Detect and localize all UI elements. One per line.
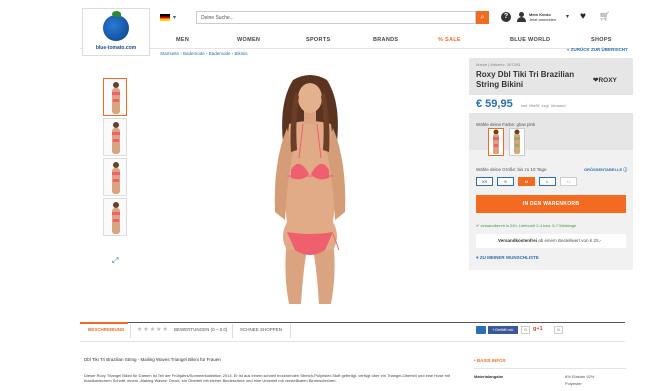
tab-similar[interactable]: SCHNEE SHOPPEN [240, 327, 282, 332]
brand-logo[interactable]: ❤ROXY [593, 76, 617, 84]
product-thumbnail[interactable] [103, 158, 127, 196]
wishlist-heart-icon[interactable]: ♥ [580, 11, 586, 22]
color-swatch[interactable] [488, 128, 504, 156]
nav-men[interactable]: MEN [176, 37, 189, 43]
tabs-divider [80, 322, 625, 323]
material-value: 8% Elastan 92% [565, 374, 595, 379]
info-divider [474, 368, 626, 369]
size-option-s[interactable]: S [497, 177, 514, 186]
active-tab-indicator [80, 322, 128, 324]
chevron-down-icon[interactable]: ▾ [173, 14, 176, 21]
free-shipping-info: Versandkostenfrei ab einem Bestellwert v… [476, 234, 626, 248]
nav-shops[interactable]: SHOPS [591, 37, 612, 43]
size-option-m[interactable]: M [518, 177, 535, 186]
back-to-overview-link[interactable]: « ZURÜCK ZUR ÜBERSICHT [567, 47, 628, 52]
nav-divider [80, 48, 625, 49]
basic-info-heading: • BASIS INFOS [474, 358, 506, 363]
size-option-xs[interactable]: XS [476, 177, 493, 186]
color-label: Wähle deine Farbe: glow pink [476, 122, 536, 127]
material-label: Materialangabe [474, 374, 504, 379]
nav-blue-world[interactable]: BLUE WORLD [510, 37, 550, 43]
size-label: Wähle deine Größe: bis zu 10 Tage [476, 167, 547, 172]
description-title: Dbl Tiki Tri Brazilian String - Mailing … [84, 357, 221, 362]
product-title: Roxy Dbl Tiki Tri Brazilian String Bikin… [476, 70, 575, 89]
tomato-logo-icon [103, 11, 129, 41]
facebook-like-count: 0 [521, 326, 530, 334]
material-value: Polyester [565, 381, 582, 386]
delivery-info: ✔ versandbereit in 24h, Lieferzeit 2-4 b… [476, 223, 577, 228]
tab-reviews[interactable]: BEWERTUNGEN (0 – 0.0) [174, 327, 227, 332]
tab-separator [130, 324, 131, 338]
add-to-wishlist-link[interactable]: ♥ ZU MEINER WUNSCHLISTE [476, 255, 539, 260]
help-icon[interactable]: ? [501, 12, 511, 22]
free-shipping-label: Versandkostenfrei [498, 238, 538, 243]
google-plus-button[interactable]: g+1 [533, 326, 543, 332]
tab-separator [290, 324, 291, 338]
search-button[interactable]: ⌕ [476, 11, 489, 24]
account-menu[interactable]: Mein Konto Jetzt anmelden [529, 12, 556, 22]
account-subtitle: Jetzt anmelden [529, 17, 557, 22]
product-thumbnail[interactable] [103, 198, 127, 236]
rating-stars-icon[interactable]: ★★★★★ [137, 326, 169, 333]
product-thumbnail[interactable] [103, 78, 127, 116]
logo-text: blue-tomato.com [95, 45, 137, 51]
size-option-l[interactable]: L [539, 177, 556, 186]
size-option-xl[interactable]: XL [560, 177, 577, 186]
search-icon: ⌕ [480, 13, 485, 21]
nav-sale[interactable]: % SALE [438, 37, 461, 43]
german-flag-icon[interactable] [160, 14, 170, 21]
cart-icon[interactable]: 🛒︎ [599, 11, 610, 22]
color-swatch[interactable] [509, 128, 525, 156]
product-main-image[interactable] [245, 72, 375, 307]
description-text: Dieser Roxy Triangel Bikini für Damen is… [84, 373, 451, 383]
site-logo[interactable]: blue-tomato.com [82, 8, 150, 56]
add-to-cart-button[interactable]: IN DEN WARENKORB [476, 195, 626, 213]
nav-brands[interactable]: BRANDS [373, 37, 398, 43]
section-divider [80, 341, 625, 342]
user-icon[interactable] [517, 12, 526, 22]
zoom-expand-icon[interactable]: ⤢ [112, 256, 118, 266]
search-input[interactable]: Deine Suche... [196, 11, 476, 24]
product-price: € 59,95 [476, 98, 513, 110]
product-thumbnail[interactable] [103, 118, 127, 156]
product-panel: Marke | Artikelnr. 307393 Roxy Dbl Tiki … [469, 58, 633, 270]
tab-separator [232, 324, 233, 338]
google-plus-count: 0 [554, 326, 563, 334]
facebook-like-button[interactable]: f Gefällt mir [488, 326, 518, 334]
size-table-link[interactable]: GRÖSSENTABELLE ⓘ [584, 167, 627, 173]
chevron-down-icon[interactable]: ▾ [566, 13, 569, 20]
price-note: inkl. MwSt. zzgl. Versand [521, 103, 566, 108]
breadcrumb[interactable]: Startseite › Bademode › Bademode › Bikin… [160, 51, 248, 56]
article-number: Marke | Artikelnr. 307393 [476, 62, 521, 67]
email-share-icon[interactable] [476, 326, 486, 334]
tab-description[interactable]: BESCHREIBUNG [88, 327, 125, 332]
nav-sports[interactable]: SPORTS [306, 37, 330, 43]
nav-women[interactable]: WOMEN [237, 37, 260, 43]
free-shipping-threshold: ab einem Bestellwert von € 25,- [537, 238, 602, 243]
